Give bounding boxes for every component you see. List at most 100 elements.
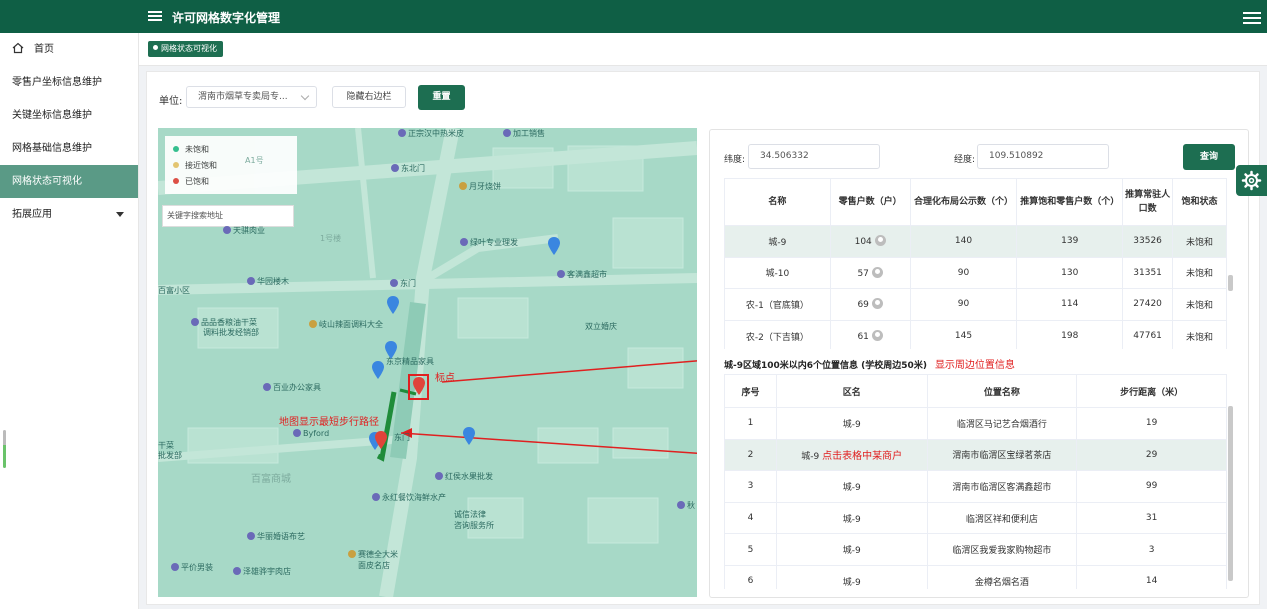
column-header[interactable]: 零售户数（户） [829,178,911,226]
tab-grid-visualization[interactable]: 网格状态可视化 [148,41,223,57]
menu-toggle-icon[interactable] [148,9,162,23]
table-cell: 未饱和 [1172,319,1227,349]
end-marker-icon[interactable] [374,430,388,450]
poi-icon [223,226,231,234]
map-poi[interactable]: 天骐肉业 [223,225,265,236]
hamburger-menu-icon[interactable] [1243,9,1261,25]
sidebar-item-extensions[interactable]: 拓展应用 [0,198,138,231]
sidebar-item-label: 首页 [34,44,54,55]
table-cell: 114 [1016,288,1124,321]
table-row[interactable]: 2 城-9 点击表格中某商户 渭南市临渭区宝绿茗茶店 29 [724,438,1227,472]
nearby-table-scrollbar[interactable] [1228,406,1233,581]
table-cell: 农-2（下吉镇） [724,319,831,349]
table-row[interactable]: 3 城-9 渭南市临渭区客满鑫超市 99 [724,470,1227,503]
table-row[interactable]: 农-2（下吉镇） 61 145 198 47761 未饱和 [724,319,1227,349]
longitude-label: 经度: [954,155,976,165]
longitude-input[interactable]: 109.510892 [977,144,1109,169]
map-poi[interactable]: 双立婚庆 [585,321,617,332]
table-row[interactable]: 5 城-9 临渭区我爱我家购物超市 3 [724,533,1227,566]
main-card: 单位: 渭南市烟草专卖局专... 隐藏右边栏 重置 未饱和 接近饱和 已饱和 关… [146,71,1260,605]
user-icon[interactable] [874,235,886,247]
map-poi: 调料批发经销部 [203,327,259,338]
sidebar-item-home[interactable]: 首页 [0,33,138,66]
map-poi[interactable]: 赛德全大米 [348,549,398,560]
query-button[interactable]: 查询 [1183,144,1235,170]
caret-down-icon [116,212,124,217]
map-poi[interactable]: 百富小区 [158,285,190,296]
map-poi[interactable]: Byford [293,429,329,438]
table-row[interactable]: 4 城-9 临渭区祥和便利店 31 [724,501,1227,535]
hide-sidebar-button[interactable]: 隐藏右边栏 [332,86,406,108]
poi-icon [233,567,241,575]
latitude-input[interactable]: 34.506332 [748,144,880,169]
table-row[interactable]: 1 城-9 临渭区马记艺合烟酒行 19 [724,407,1227,440]
map-poi[interactable]: 平价男装 [171,562,213,573]
map-poi[interactable]: 东门 [394,432,410,443]
map-poi[interactable]: 秋 [677,500,695,511]
annotation-show-nearby: 显示周边位置信息 [934,360,1015,371]
settings-tab[interactable] [1236,165,1267,196]
selected-marker-icon[interactable] [412,376,426,396]
poi-icon [557,270,565,278]
grid-table-scrollbar[interactable] [1228,275,1233,291]
map-poi[interactable]: 百业办公家具 [263,382,321,393]
legend-label: 未饱和 [185,145,209,154]
poi-label: 咨询服务所 [454,521,494,530]
table-row[interactable]: 农-1（官底镇） 69 90 114 27420 未饱和 [724,288,1227,321]
poi-icon [171,563,179,571]
column-header[interactable]: 位置名称 [926,374,1078,408]
map-poi[interactable]: 月牙烧饼 [459,181,501,192]
map-pin-icon[interactable] [462,426,476,446]
table-cell: 139 [1016,225,1124,258]
map-poi[interactable]: 东北门 [391,163,425,174]
poi-label: 诚信法律 [454,510,486,519]
column-header[interactable]: 名称 [724,178,831,226]
column-header[interactable]: 序号 [724,374,777,408]
column-header[interactable]: 区名 [775,374,928,408]
map-search-input[interactable]: 关键字搜索地址 [162,205,294,227]
map-poi[interactable]: 永红餐饮海鲜水产 [372,492,446,503]
poi-label: 东门 [394,433,410,442]
poi-label: A1号 [245,156,264,165]
unit-select[interactable]: 渭南市烟草专卖局专... [186,86,317,108]
map-poi[interactable]: 红侯水果批发 [435,471,493,482]
user-icon[interactable] [871,266,883,278]
column-header[interactable]: 步行距离（米） [1076,374,1227,408]
table-row[interactable]: 城-9 104 140 139 33526 未饱和 [724,225,1227,258]
column-header[interactable]: 推算饱和零售户数（个） [1016,178,1124,226]
map-legend: 未饱和 接近饱和 已饱和 [165,136,297,194]
map-poi[interactable]: 正宗汉中热米皮 [398,128,464,139]
map[interactable]: 未饱和 接近饱和 已饱和 关键字搜索地址 正宗汉中热米皮 加工销售 A1号 东北… [158,128,697,597]
map-poi[interactable]: 泽雄骅宇肉店 [233,566,291,577]
table-cell: 31351 [1122,256,1174,290]
map-pin-icon[interactable] [371,360,385,380]
sidebar-item-retailer-coords[interactable]: 零售户坐标信息维护 [0,66,138,99]
map-pin-icon[interactable] [386,295,400,315]
map-poi[interactable]: 客满鑫超市 [557,269,607,280]
column-header[interactable]: 推算常驻人口数 [1122,178,1174,226]
sidebar-item-grid-basic[interactable]: 网格基础信息维护 [0,132,138,165]
user-icon[interactable] [871,330,883,342]
map-poi[interactable]: 东京精品家具 [386,356,434,367]
scroll-indicator[interactable] [3,430,6,468]
map-poi[interactable]: 华园楼木 [247,276,289,287]
column-header[interactable]: 饱和状态 [1172,178,1227,226]
sidebar-item-key-coords[interactable]: 关键坐标信息维护 [0,99,138,132]
legend-dot-icon [173,146,179,152]
sidebar-item-grid-visualization[interactable]: 网格状态可视化 [0,165,138,198]
poi-icon [503,129,511,137]
reset-button[interactable]: 重置 [418,85,465,110]
poi-icon [460,238,468,246]
map-poi[interactable]: 东门 [390,278,416,289]
map-poi[interactable]: 诚信法律 [454,509,486,520]
map-poi[interactable]: 绿叶专业理发 [460,237,518,248]
map-pin-icon[interactable] [547,236,561,256]
table-row[interactable]: 6 城-9 金樽名烟名酒 14 [724,564,1227,589]
map-poi[interactable]: 加工销售 [503,128,545,139]
map-poi[interactable]: 华丽婚语布艺 [247,531,305,542]
map-poi[interactable]: 岐山辣面调料大全 [309,319,383,330]
column-header[interactable]: 合理化布局公示数（个） [909,178,1018,226]
user-icon[interactable] [871,298,883,310]
poi-label: 秋 [687,501,695,510]
table-row[interactable]: 城-10 57 90 130 31351 未饱和 [724,256,1227,290]
